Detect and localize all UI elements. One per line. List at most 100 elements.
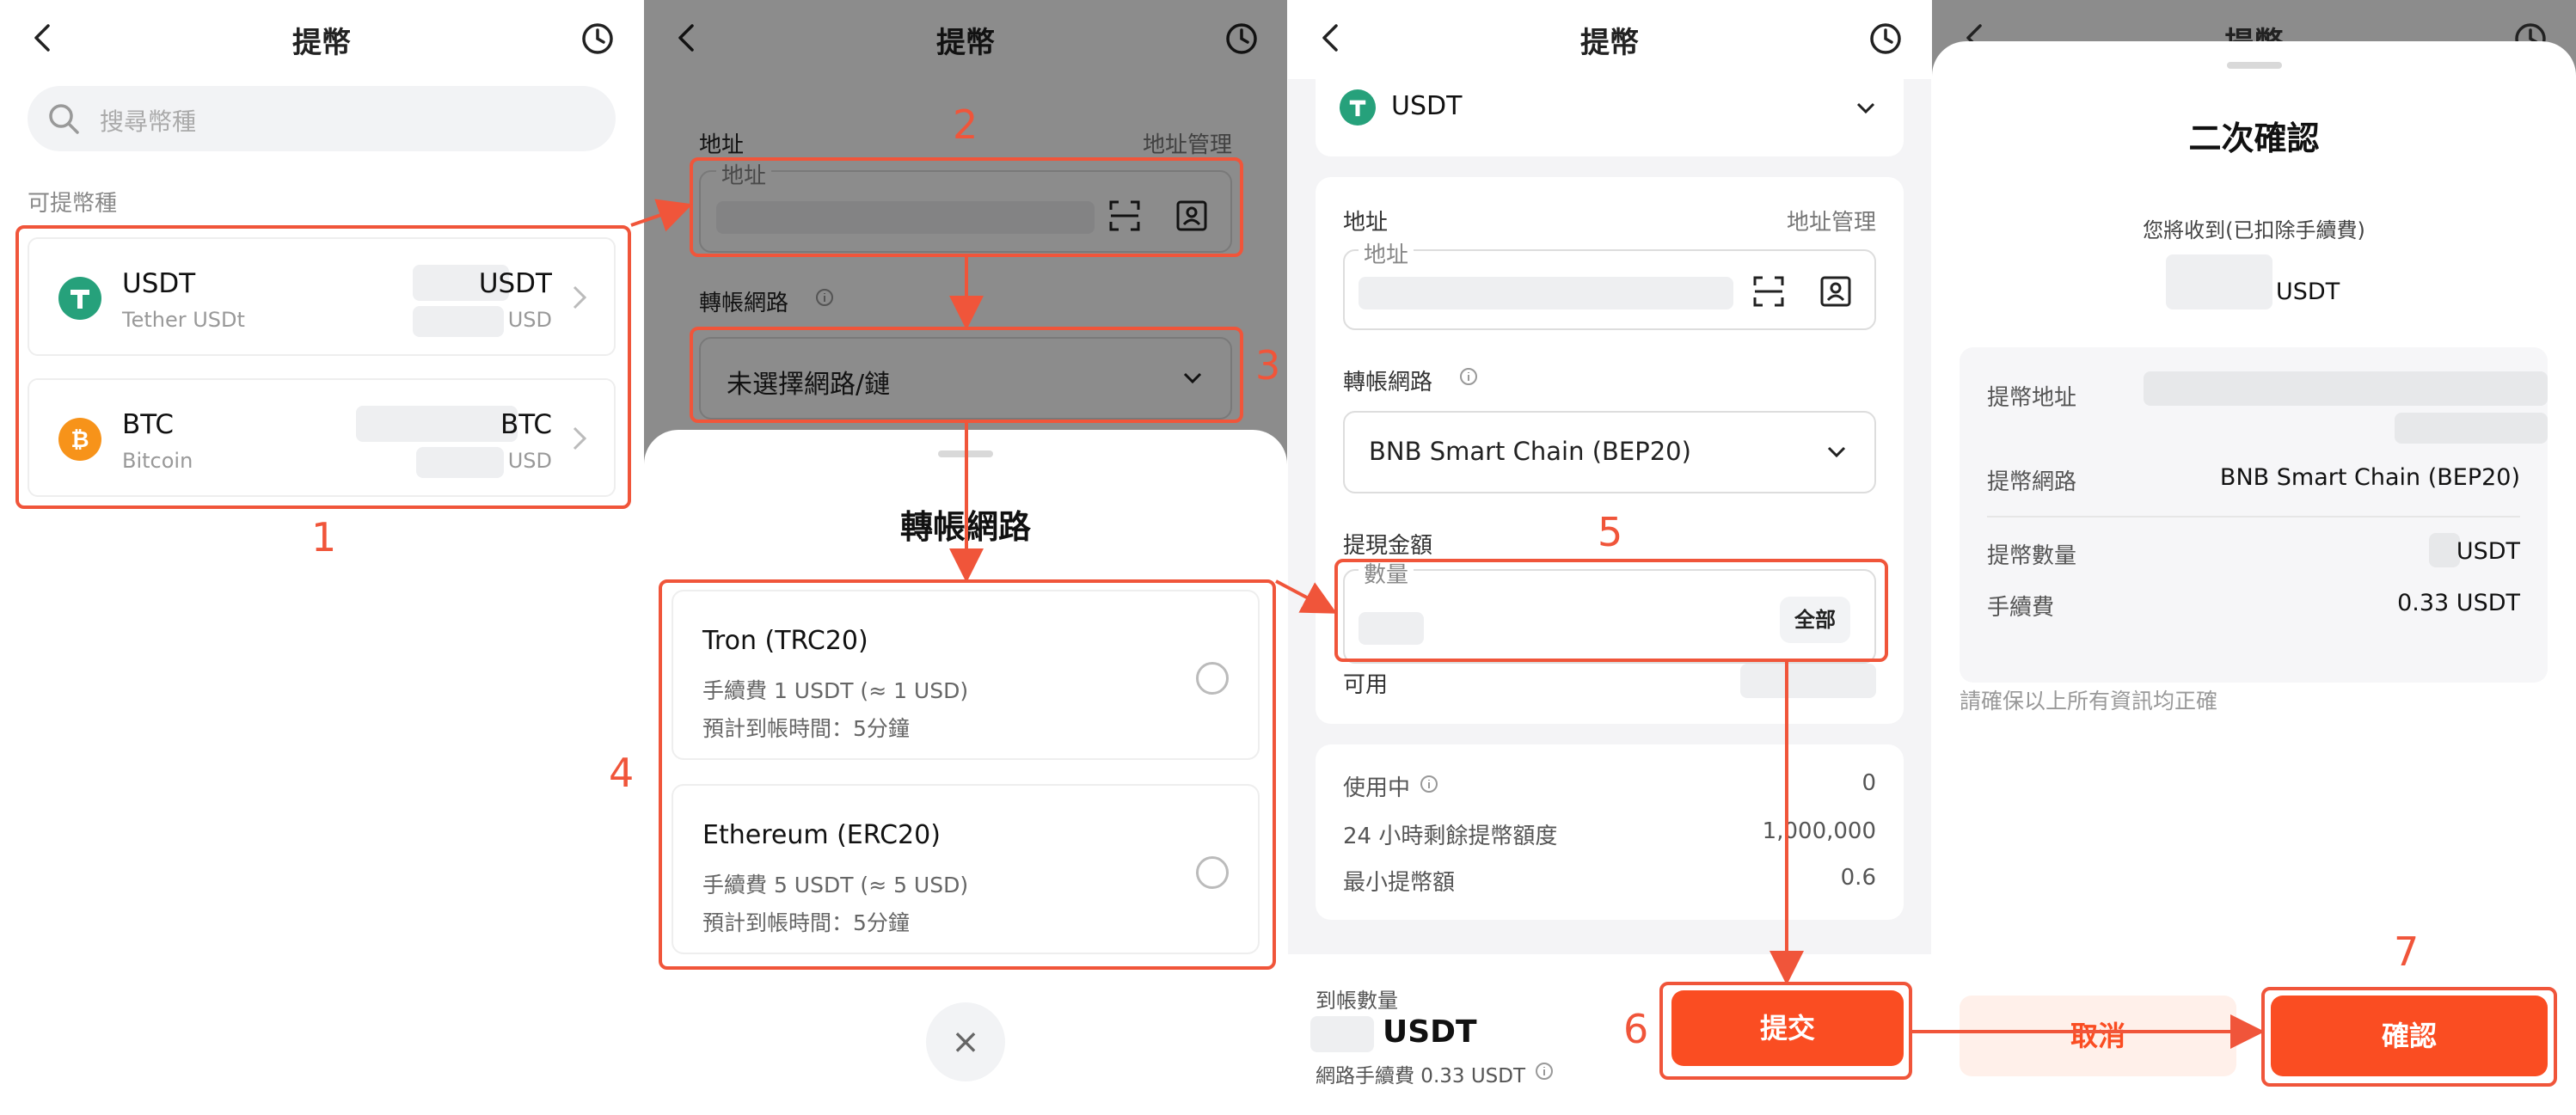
usdt-icon <box>58 277 101 320</box>
search-placeholder: 搜尋幣種 <box>100 107 197 136</box>
detail-label: 提幣網路 <box>1987 469 2077 495</box>
stat-value: 1,000,000 <box>1762 818 1876 844</box>
amount-input[interactable]: 全部 <box>1343 569 1876 664</box>
page-title: 提幣 <box>1580 26 1639 60</box>
usd-unit: USD <box>507 308 552 332</box>
confirm-sheet: 二次確認 您將收到(已扣除手續費) USDT 提幣地址 提幣網路 BNB Sma… <box>1932 41 2576 1115</box>
available-placeholder <box>1740 664 1876 698</box>
stat-label: 最小提幣額 <box>1343 870 1456 896</box>
bottom-bar: 到帳數量 USDT 網路手續費 0.33 USDT 提交 <box>1288 954 1931 1115</box>
annotation-number-7: 7 <box>2394 928 2420 975</box>
coin-item-btc[interactable]: ₿ BTC Bitcoin BTC USD <box>28 378 616 497</box>
usd-value-placeholder <box>413 306 504 337</box>
info-icon[interactable] <box>1460 368 1477 385</box>
address-placeholder <box>2144 371 2548 406</box>
coin-symbol: BTC <box>122 409 175 440</box>
network-option-erc20[interactable]: Ethereum (ERC20) 手續費 5 USDT (≈ 5 USD) 預計… <box>672 784 1260 954</box>
annotation-number-3: 3 <box>1255 342 1281 389</box>
option-radio[interactable] <box>1196 662 1229 695</box>
selected-coin: USDT <box>1391 91 1463 121</box>
network-select[interactable]: BNB Smart Chain (BEP20) <box>1343 411 1876 493</box>
all-button[interactable]: 全部 <box>1780 597 1850 643</box>
detail-value: USDT <box>2456 538 2520 565</box>
coin-symbol: USDT <box>122 268 196 299</box>
balance-placeholder <box>356 406 518 442</box>
coin-select[interactable]: USDT <box>1316 79 1904 156</box>
detail-label: 手續費 <box>1987 595 2055 621</box>
receive-subtitle: 您將收到(已扣除手續費) <box>2143 218 2365 242</box>
submit-button[interactable]: 提交 <box>1671 990 1904 1066</box>
address-input[interactable] <box>1343 249 1876 330</box>
sheet-handle[interactable] <box>2226 62 2282 69</box>
coin-name: Bitcoin <box>122 449 193 473</box>
search-input[interactable]: 搜尋幣種 <box>28 86 616 151</box>
usdt-icon <box>1340 89 1376 126</box>
address-placeholder <box>1359 277 1733 309</box>
receive-placeholder <box>1310 1016 1374 1052</box>
option-radio[interactable] <box>1196 856 1229 889</box>
scan-icon[interactable] <box>1752 275 1785 308</box>
detail-value: BNB Smart Chain (BEP20) <box>2219 464 2520 491</box>
confirm-title: 二次確認 <box>2188 119 2320 157</box>
sheet-title: 轉帳網路 <box>899 508 1031 546</box>
balance-unit: USDT <box>478 268 552 299</box>
detail-value: 0.33 USDT <box>2397 590 2520 616</box>
receive-label: 到帳數量 <box>1316 989 1398 1013</box>
annotation-number-4: 4 <box>609 750 635 796</box>
divider <box>1987 516 2520 518</box>
page-title: 提幣 <box>292 26 351 60</box>
address-placeholder <box>2395 413 2548 444</box>
option-fee: 手續費 5 USDT (≈ 5 USD) <box>702 873 969 898</box>
stat-label: 24 小時剩餘提幣額度 <box>1343 824 1558 849</box>
confirm-details: 提幣地址 提幣網路 BNB Smart Chain (BEP20) 提幣數量 U… <box>1960 347 2548 683</box>
sheet-handle[interactable] <box>938 450 993 457</box>
network-option-trc20[interactable]: Tron (TRC20) 手續費 1 USDT (≈ 1 USD) 預計到帳時間… <box>672 590 1260 760</box>
detail-label: 提幣地址 <box>1987 385 2077 411</box>
chevron-down-icon <box>1856 102 1875 114</box>
detail-label: 提幣數量 <box>1987 543 2077 569</box>
network-bottom-sheet: 轉帳網路 Tron (TRC20) 手續費 1 USDT (≈ 1 USD) 預… <box>644 430 1287 1115</box>
coin-name: Tether USDt <box>122 308 245 332</box>
address-legend: 地址 <box>1359 237 1414 269</box>
annotation-number-6: 6 <box>1623 1006 1649 1052</box>
close-sheet-button[interactable]: × <box>926 1002 1005 1081</box>
dim-top <box>1932 0 2576 41</box>
svg-text:₿: ₿ <box>71 427 89 453</box>
stat-label: 使用中 <box>1343 775 1411 801</box>
usd-unit: USD <box>507 449 552 473</box>
info-icon[interactable] <box>1536 1063 1553 1080</box>
network-select-screen: 提幣 地址 地址管理 地址 轉帳網路 未選擇網路/鏈 轉帳網路 Tron (TR… <box>644 0 1287 1115</box>
info-icon[interactable] <box>1420 775 1438 793</box>
withdraw-form-card: 地址 地址管理 地址 轉帳網路 BNB Smart Chain (BEP20) … <box>1316 177 1904 724</box>
balance-unit: BTC <box>500 409 552 440</box>
annotation-number-5: 5 <box>1598 509 1623 555</box>
network-label: 轉帳網路 <box>1343 370 1433 395</box>
option-fee: 手續費 1 USDT (≈ 1 USD) <box>702 678 969 703</box>
usd-value-placeholder <box>416 447 504 478</box>
section-label: 可提幣種 <box>28 191 118 217</box>
amount-legend: 數量 <box>1359 557 1414 589</box>
network-fee: 網路手續費 0.33 USDT <box>1316 1065 1526 1087</box>
chevron-down-icon <box>1827 446 1846 458</box>
cancel-button[interactable]: 取消 <box>1960 996 2236 1076</box>
address-manage-link[interactable]: 地址管理 <box>1787 205 1876 236</box>
option-time: 預計到帳時間：5分鐘 <box>702 910 910 935</box>
history-clock-icon[interactable] <box>580 21 616 57</box>
annotation-number-2: 2 <box>953 101 978 148</box>
qty-placeholder <box>2429 533 2460 567</box>
confirm-button[interactable]: 確認 <box>2271 996 2548 1076</box>
address-book-icon[interactable] <box>1819 275 1852 308</box>
address-label: 地址 <box>1343 210 1389 236</box>
amount-placeholder <box>1359 612 1424 645</box>
receive-amount-placeholder <box>2166 254 2272 309</box>
btc-icon: ₿ <box>58 418 101 461</box>
confirm-screen: 提幣 二次確認 您將收到(已扣除手續費) USDT 提幣地址 提幣網路 BNB … <box>1932 0 2576 1115</box>
stat-value: 0.6 <box>1840 865 1876 891</box>
stat-value: 0 <box>1861 770 1876 796</box>
available-label: 可用 <box>1343 672 1389 698</box>
coin-item-usdt[interactable]: USDT Tether USDt USDT USD <box>28 237 616 356</box>
history-clock-icon[interactable] <box>1868 21 1904 57</box>
header: 提幣 <box>0 0 643 79</box>
receive-unit: USDT <box>1383 1014 1477 1050</box>
option-name: Ethereum (ERC20) <box>702 820 941 850</box>
